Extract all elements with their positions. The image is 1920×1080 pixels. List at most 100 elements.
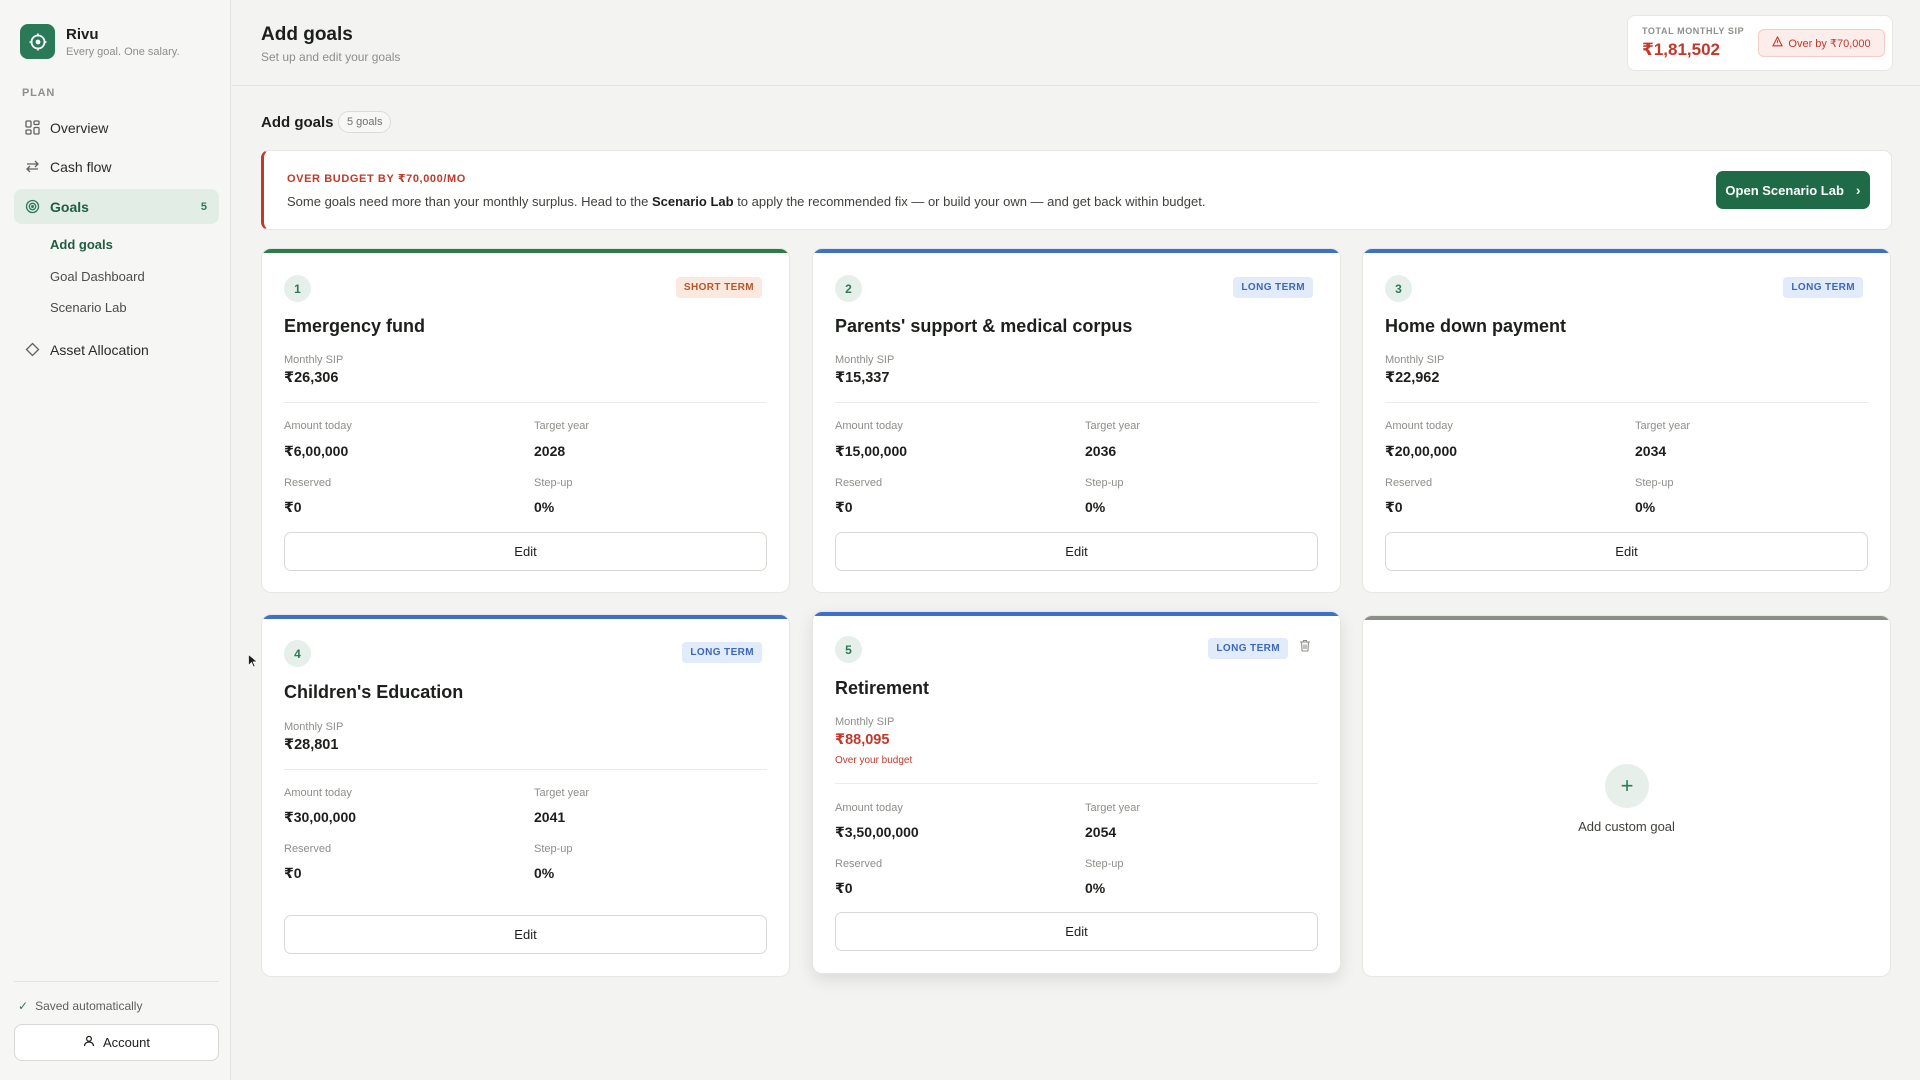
sub-item-goal-dashboard[interactable]: Goal Dashboard [50, 269, 145, 284]
target-year-label: Target year [1635, 420, 1691, 432]
banner-title: OVER BUDGET BY ₹70,000/MO [287, 173, 466, 185]
target-icon [24, 199, 40, 215]
card-divider [1385, 402, 1868, 403]
amount-today-label: Amount today [835, 420, 903, 432]
edit-goal-button[interactable]: Edit [835, 912, 1318, 951]
total-sip-value: ₹1,81,502 [1642, 40, 1721, 59]
reserved-value: ₹0 [284, 499, 302, 515]
sidebar-item-cash-flow[interactable]: Cash flow [14, 149, 219, 184]
delete-goal-button[interactable] [1296, 638, 1314, 658]
amount-today-value: ₹20,00,000 [1385, 443, 1458, 459]
monthly-sip-value: ₹15,337 [835, 370, 890, 386]
goal-number-badge: 4 [284, 640, 311, 667]
amount-today-value: ₹3,50,00,000 [835, 824, 919, 840]
amount-today-value: ₹15,00,000 [835, 443, 908, 459]
amount-today-label: Amount today [835, 802, 903, 814]
total-sip-label: TOTAL MONTHLY SIP [1642, 26, 1745, 36]
reserved-value: ₹0 [1385, 499, 1403, 515]
over-budget-text: Over by ₹70,000 [1788, 37, 1871, 50]
goal-number-badge: 3 [1385, 275, 1412, 302]
goal-name: Emergency fund [284, 316, 426, 336]
edit-goal-button[interactable]: Edit [1385, 532, 1868, 571]
target-year-value: 2028 [534, 443, 566, 459]
sub-item-scenario-lab[interactable]: Scenario Lab [50, 300, 127, 315]
target-year-label: Target year [1085, 420, 1141, 432]
sidebar-item-asset-allocation[interactable]: Asset Allocation [14, 332, 219, 367]
button-label: Open Scenario Lab [1725, 182, 1844, 198]
reserved-label: Reserved [284, 477, 332, 489]
target-year-value: 2036 [1085, 443, 1117, 459]
goals-count-badge: 5 [200, 200, 207, 213]
edit-goal-button[interactable]: Edit [284, 915, 767, 954]
add-custom-goal-card[interactable]: + Add custom goal [1362, 615, 1891, 977]
reserved-label: Reserved [835, 477, 883, 489]
reserved-value: ₹0 [835, 499, 853, 515]
goal-number-badge: 2 [835, 275, 862, 302]
step-up-label: Step-up [1085, 477, 1124, 489]
plus-icon: + [1605, 764, 1649, 808]
add-custom-goal-label: Add custom goal [1578, 819, 1675, 834]
term-tag: LONG TERM [1208, 638, 1288, 659]
goal-number-badge: 5 [835, 636, 862, 663]
reserved-value: ₹0 [284, 865, 302, 881]
sidebar-item-goals[interactable]: Goals 5 [14, 189, 219, 224]
monthly-sip-label: Monthly SIP [835, 354, 895, 366]
monthly-sip-value: ₹28,801 [284, 737, 339, 753]
account-button[interactable]: Account [14, 1024, 219, 1061]
edit-goal-button[interactable]: Edit [284, 532, 767, 571]
monthly-sip-value: ₹22,962 [1385, 370, 1440, 386]
sidebar: Rivu Every goal. One salary. PLAN Overvi… [0, 0, 231, 1080]
edit-goal-button[interactable]: Edit [835, 532, 1318, 571]
step-up-value: 0% [1085, 499, 1106, 515]
reserved-label: Reserved [1385, 477, 1433, 489]
sidebar-item-overview[interactable]: Overview [14, 110, 219, 145]
goal-card: 4 LONG TERM Children's Education Monthly… [261, 614, 790, 977]
step-up-label: Step-up [534, 477, 573, 489]
brand-logo-icon [20, 24, 55, 59]
step-up-value: 0% [1085, 880, 1106, 896]
over-budget-badge: Over by ₹70,000 [1758, 29, 1885, 57]
monthly-sip-label: Monthly SIP [284, 354, 344, 366]
check-icon: ✓ [18, 999, 29, 1013]
step-up-value: 0% [1635, 499, 1656, 515]
goal-name: Children's Education [284, 682, 464, 702]
card-accent-bar [262, 615, 789, 619]
goals-section-heading: Add goals [261, 114, 334, 131]
goal-name: Retirement [835, 678, 930, 698]
amount-today-label: Amount today [284, 420, 352, 432]
page-title: Add goals [261, 24, 353, 45]
monthly-sip-label: Monthly SIP [284, 721, 344, 733]
saved-status: ✓ Saved automatically [18, 999, 142, 1013]
page-header: Add goals Set up and edit your goals TOT… [232, 0, 1920, 86]
step-up-label: Step-up [1085, 858, 1124, 870]
over-budget-banner: OVER BUDGET BY ₹70,000/MO Some goals nee… [261, 150, 1892, 230]
step-up-value: 0% [534, 865, 555, 881]
brand-tagline: Every goal. One salary. [66, 45, 180, 58]
chevron-right-icon: › [1855, 182, 1861, 198]
grid-icon [24, 120, 40, 136]
open-scenario-lab-button[interactable]: Open Scenario Lab › [1716, 171, 1870, 209]
goal-name: Parents' support & medical corpus [835, 316, 1133, 336]
reserved-label: Reserved [835, 858, 883, 870]
step-up-value: 0% [534, 499, 555, 515]
user-icon [83, 1035, 95, 1050]
brand-name: Rivu [66, 25, 99, 43]
diamond-icon [24, 342, 40, 358]
brand[interactable]: Rivu Every goal. One salary. [20, 24, 180, 59]
banner-text-part: Some goals need more than your monthly s… [287, 194, 652, 209]
goal-card: 5 LONG TERM Retirement Monthly SIP ₹88,0… [812, 611, 1341, 974]
card-accent-bar [1363, 249, 1890, 253]
term-tag: LONG TERM [1233, 277, 1313, 298]
target-year-label: Target year [534, 420, 590, 432]
sidebar-item-label: Goals [50, 198, 89, 215]
sub-item-add-goals[interactable]: Add goals [50, 237, 113, 252]
card-divider [835, 783, 1318, 784]
card-divider [835, 402, 1318, 403]
step-up-label: Step-up [1635, 477, 1674, 489]
mouse-cursor-icon [248, 654, 258, 668]
amount-today-value: ₹30,00,000 [284, 809, 357, 825]
target-year-label: Target year [534, 787, 590, 799]
amount-today-value: ₹6,00,000 [284, 443, 349, 459]
card-accent-bar [1363, 616, 1890, 620]
section-label-plan: PLAN [22, 87, 56, 99]
